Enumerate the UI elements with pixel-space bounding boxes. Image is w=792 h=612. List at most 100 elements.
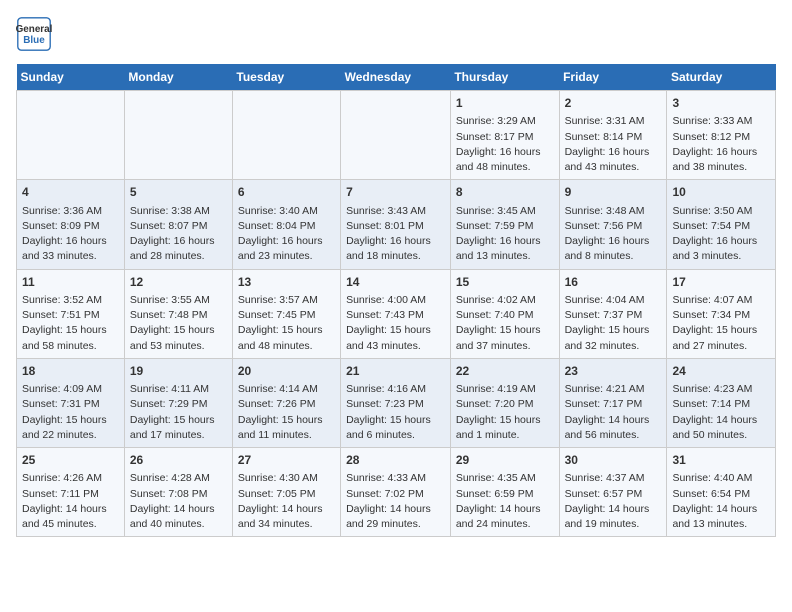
day-info-line: Sunrise: 3:29 AM bbox=[456, 114, 554, 129]
day-info-line: Sunrise: 4:16 AM bbox=[346, 382, 445, 397]
day-number: 19 bbox=[130, 363, 227, 380]
calendar-day-cell: 22Sunrise: 4:19 AMSunset: 7:20 PMDayligh… bbox=[450, 358, 559, 447]
day-info-line: Sunset: 7:14 PM bbox=[672, 397, 770, 412]
day-info-line: and 3 minutes. bbox=[672, 249, 770, 264]
day-info-line: Daylight: 14 hours bbox=[22, 502, 119, 517]
page-header: General Blue bbox=[16, 16, 776, 52]
day-info-line: and 18 minutes. bbox=[346, 249, 445, 264]
day-info-line: Sunset: 8:01 PM bbox=[346, 219, 445, 234]
day-info-line: Daylight: 16 hours bbox=[456, 234, 554, 249]
day-info-line: Daylight: 16 hours bbox=[238, 234, 335, 249]
calendar-day-cell: 16Sunrise: 4:04 AMSunset: 7:37 PMDayligh… bbox=[559, 269, 667, 358]
day-info-line: Daylight: 14 hours bbox=[238, 502, 335, 517]
day-info-line: Sunrise: 3:36 AM bbox=[22, 204, 119, 219]
day-info-line: Daylight: 14 hours bbox=[565, 413, 662, 428]
day-info-line: and 43 minutes. bbox=[565, 160, 662, 175]
day-info-line: Sunset: 8:12 PM bbox=[672, 130, 770, 145]
calendar-day-cell: 28Sunrise: 4:33 AMSunset: 7:02 PMDayligh… bbox=[341, 448, 451, 537]
day-info-line: Sunrise: 4:07 AM bbox=[672, 293, 770, 308]
day-info-line: Sunrise: 3:48 AM bbox=[565, 204, 662, 219]
day-info-line: Daylight: 15 hours bbox=[346, 323, 445, 338]
day-info-line: Sunset: 7:08 PM bbox=[130, 487, 227, 502]
day-info-line: Sunset: 7:37 PM bbox=[565, 308, 662, 323]
day-info-line: Sunrise: 4:09 AM bbox=[22, 382, 119, 397]
day-info-line: and 43 minutes. bbox=[346, 339, 445, 354]
day-info-line: Daylight: 15 hours bbox=[456, 413, 554, 428]
day-header-thursday: Thursday bbox=[450, 64, 559, 91]
calendar-day-cell: 31Sunrise: 4:40 AMSunset: 6:54 PMDayligh… bbox=[667, 448, 776, 537]
day-info-line: and 53 minutes. bbox=[130, 339, 227, 354]
calendar-day-cell: 29Sunrise: 4:35 AMSunset: 6:59 PMDayligh… bbox=[450, 448, 559, 537]
day-info-line: Sunrise: 4:26 AM bbox=[22, 471, 119, 486]
day-info-line: and 45 minutes. bbox=[22, 517, 119, 532]
empty-cell bbox=[17, 91, 125, 180]
day-info-line: and 34 minutes. bbox=[238, 517, 335, 532]
day-info-line: Sunrise: 3:40 AM bbox=[238, 204, 335, 219]
calendar-week-row: 1Sunrise: 3:29 AMSunset: 8:17 PMDaylight… bbox=[17, 91, 776, 180]
day-info-line: Sunrise: 4:30 AM bbox=[238, 471, 335, 486]
day-info-line: Sunrise: 3:52 AM bbox=[22, 293, 119, 308]
calendar-day-cell: 19Sunrise: 4:11 AMSunset: 7:29 PMDayligh… bbox=[124, 358, 232, 447]
day-number: 24 bbox=[672, 363, 770, 380]
day-info-line: Daylight: 15 hours bbox=[238, 413, 335, 428]
day-info-line: and 48 minutes. bbox=[456, 160, 554, 175]
day-info-line: and 28 minutes. bbox=[130, 249, 227, 264]
day-number: 2 bbox=[565, 95, 662, 112]
calendar-day-cell: 9Sunrise: 3:48 AMSunset: 7:56 PMDaylight… bbox=[559, 180, 667, 269]
empty-cell bbox=[232, 91, 340, 180]
day-number: 16 bbox=[565, 274, 662, 291]
day-info-line: Sunset: 7:23 PM bbox=[346, 397, 445, 412]
day-number: 30 bbox=[565, 452, 662, 469]
day-info-line: Sunrise: 3:43 AM bbox=[346, 204, 445, 219]
day-info-line: Sunrise: 4:37 AM bbox=[565, 471, 662, 486]
day-info-line: Sunset: 8:09 PM bbox=[22, 219, 119, 234]
day-info-line: Sunrise: 3:31 AM bbox=[565, 114, 662, 129]
day-info-line: and 38 minutes. bbox=[672, 160, 770, 175]
day-info-line: Sunset: 8:14 PM bbox=[565, 130, 662, 145]
day-info-line: Sunset: 8:04 PM bbox=[238, 219, 335, 234]
day-info-line: and 23 minutes. bbox=[238, 249, 335, 264]
day-info-line: and 32 minutes. bbox=[565, 339, 662, 354]
day-info-line: Sunrise: 4:23 AM bbox=[672, 382, 770, 397]
calendar-day-cell: 4Sunrise: 3:36 AMSunset: 8:09 PMDaylight… bbox=[17, 180, 125, 269]
calendar-day-cell: 8Sunrise: 3:45 AMSunset: 7:59 PMDaylight… bbox=[450, 180, 559, 269]
calendar-day-cell: 27Sunrise: 4:30 AMSunset: 7:05 PMDayligh… bbox=[232, 448, 340, 537]
day-info-line: Sunset: 7:26 PM bbox=[238, 397, 335, 412]
day-info-line: Sunset: 7:43 PM bbox=[346, 308, 445, 323]
svg-text:General: General bbox=[16, 24, 52, 35]
calendar-day-cell: 15Sunrise: 4:02 AMSunset: 7:40 PMDayligh… bbox=[450, 269, 559, 358]
day-info-line: and 24 minutes. bbox=[456, 517, 554, 532]
day-info-line: Sunset: 8:07 PM bbox=[130, 219, 227, 234]
day-info-line: Daylight: 15 hours bbox=[22, 323, 119, 338]
day-info-line: Daylight: 16 hours bbox=[672, 145, 770, 160]
calendar-day-cell: 18Sunrise: 4:09 AMSunset: 7:31 PMDayligh… bbox=[17, 358, 125, 447]
day-number: 3 bbox=[672, 95, 770, 112]
day-info-line: and 11 minutes. bbox=[238, 428, 335, 443]
calendar-day-cell: 11Sunrise: 3:52 AMSunset: 7:51 PMDayligh… bbox=[17, 269, 125, 358]
day-info-line: Daylight: 15 hours bbox=[130, 323, 227, 338]
day-info-line: and 8 minutes. bbox=[565, 249, 662, 264]
day-info-line: Daylight: 16 hours bbox=[565, 234, 662, 249]
day-number: 25 bbox=[22, 452, 119, 469]
day-number: 10 bbox=[672, 184, 770, 201]
day-number: 23 bbox=[565, 363, 662, 380]
calendar-week-row: 25Sunrise: 4:26 AMSunset: 7:11 PMDayligh… bbox=[17, 448, 776, 537]
day-number: 7 bbox=[346, 184, 445, 201]
calendar-table: SundayMondayTuesdayWednesdayThursdayFrid… bbox=[16, 64, 776, 537]
day-info-line: Daylight: 15 hours bbox=[672, 323, 770, 338]
day-info-line: Daylight: 16 hours bbox=[22, 234, 119, 249]
calendar-day-cell: 25Sunrise: 4:26 AMSunset: 7:11 PMDayligh… bbox=[17, 448, 125, 537]
day-info-line: Daylight: 15 hours bbox=[346, 413, 445, 428]
day-info-line: and 27 minutes. bbox=[672, 339, 770, 354]
day-header-sunday: Sunday bbox=[17, 64, 125, 91]
day-info-line: Sunset: 7:40 PM bbox=[456, 308, 554, 323]
day-info-line: Sunrise: 4:28 AM bbox=[130, 471, 227, 486]
day-info-line: Sunset: 7:31 PM bbox=[22, 397, 119, 412]
day-info-line: Sunrise: 4:19 AM bbox=[456, 382, 554, 397]
logo: General Blue bbox=[16, 16, 52, 52]
day-info-line: Daylight: 16 hours bbox=[672, 234, 770, 249]
day-number: 15 bbox=[456, 274, 554, 291]
day-info-line: Sunrise: 3:33 AM bbox=[672, 114, 770, 129]
day-info-line: Sunset: 6:57 PM bbox=[565, 487, 662, 502]
calendar-week-row: 11Sunrise: 3:52 AMSunset: 7:51 PMDayligh… bbox=[17, 269, 776, 358]
